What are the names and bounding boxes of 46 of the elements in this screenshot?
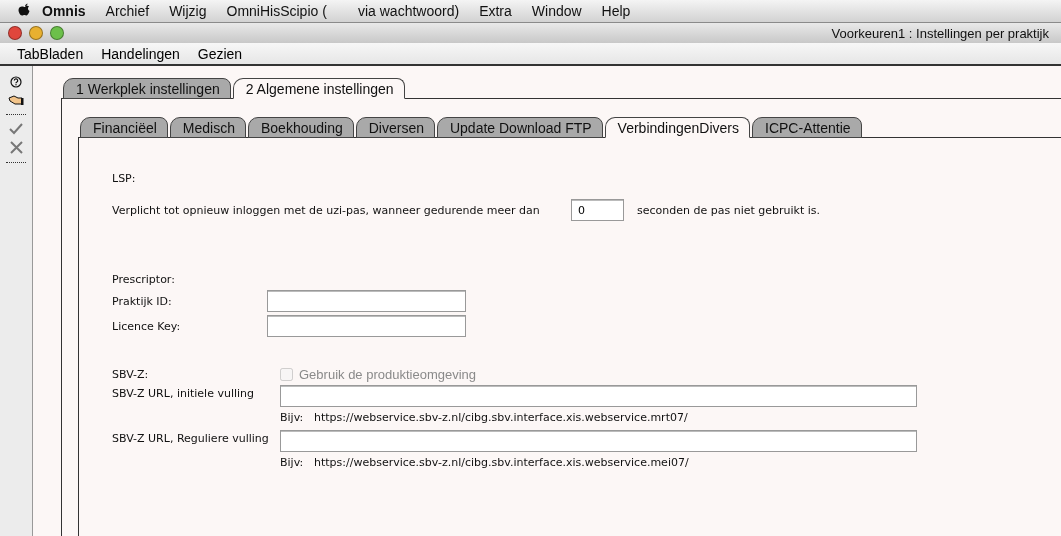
menu-item[interactable]: Wijzig (159, 3, 217, 19)
section-heading: SBV-Z: (112, 368, 150, 381)
tab[interactable]: Update Download FTP (436, 117, 603, 138)
seconds-field[interactable]: 0 (571, 199, 624, 221)
example-url: https://webservice.sbv-z.nl/cibg.sbv.interface.xis.webservice.mrt07/ (314, 411, 688, 424)
tab[interactable]: VerbindingenDivers (604, 117, 750, 138)
menu-item[interactable]: TabBladen (8, 45, 93, 62)
field-label: SBV-Z URL, Reguliere vulling (112, 431, 270, 445)
window-title: Voorkeuren1 : Instellingen per praktijk (831, 25, 1050, 41)
field-label: Licence Key: (112, 319, 182, 333)
close-icon[interactable] (9, 141, 23, 154)
input-field[interactable] (267, 315, 466, 337)
menu-item[interactable]: Handelingen (92, 45, 189, 62)
hand-icon[interactable] (8, 94, 24, 106)
section-heading: LSP: (112, 172, 137, 185)
check-icon[interactable] (9, 123, 23, 135)
field-label: SBV-Z URL, initiele vulling (112, 386, 256, 400)
hint-label: Bijv: (280, 411, 305, 424)
section-heading: Prescriptor: (112, 273, 176, 286)
menu-item[interactable]: Extra (469, 3, 522, 19)
tab[interactable]: Boekhouding (247, 117, 354, 138)
app-menu[interactable]: Omnis (32, 3, 96, 19)
tab[interactable]: 1 Werkplek instellingen (63, 78, 231, 99)
example-url: https://webservice.sbv-z.nl/cibg.sbv.interface.xis.webservice.mei07/ (314, 456, 689, 469)
close-button[interactable] (8, 26, 22, 40)
hint-label: Bijv: (280, 456, 305, 469)
input-field[interactable] (267, 290, 466, 312)
menu-item[interactable]: Help (591, 3, 641, 19)
menu-item[interactable]: Archief (95, 3, 160, 19)
tab[interactable]: ICPC-Attentie (752, 117, 862, 138)
field-label: Praktijk ID: (112, 294, 173, 308)
minimize-button[interactable] (29, 26, 43, 40)
url-field[interactable] (280, 385, 917, 407)
url-field[interactable] (280, 430, 917, 452)
help-icon[interactable] (10, 76, 22, 88)
field-label: seconden de pas niet gebruikt is. (637, 203, 820, 217)
zoom-button[interactable] (50, 26, 64, 40)
tab[interactable]: Medisch (169, 117, 246, 138)
checkbox-label: Gebruik de produktieomgeving (299, 367, 477, 382)
menu-item[interactable]: Window (521, 3, 592, 19)
menu-item[interactable]: OmniHisScipio ( via wachtwoord) (216, 3, 470, 19)
tab[interactable]: 2 Algemene instellingen (232, 78, 405, 99)
tab[interactable]: Diversen (355, 117, 435, 138)
menu-item[interactable]: Gezien (188, 45, 252, 62)
tab[interactable]: Financiëel (80, 117, 168, 138)
field-label: Verplicht tot opnieuw inloggen met de uzi-pas, wanneer gedurende meer dan (112, 203, 541, 217)
